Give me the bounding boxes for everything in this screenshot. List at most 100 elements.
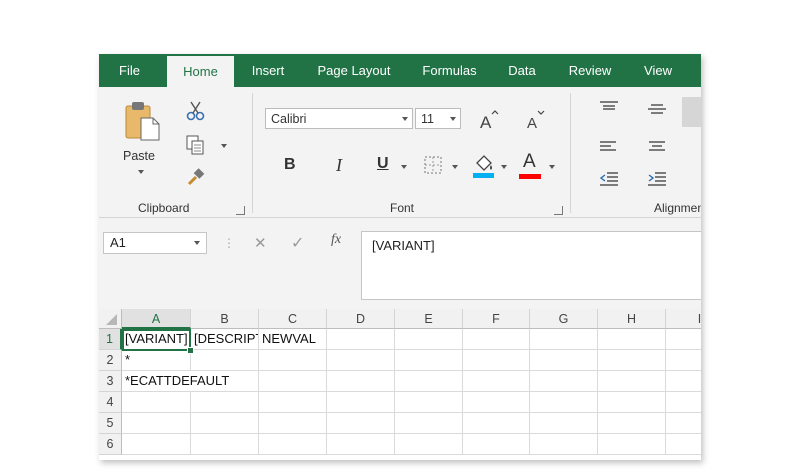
bold-button[interactable]: B <box>284 156 296 174</box>
cell-g2[interactable] <box>530 350 598 371</box>
fill-color-button[interactable] <box>472 153 496 184</box>
cell-h5[interactable] <box>598 413 666 434</box>
cell-c4[interactable] <box>259 392 327 413</box>
row-header-6[interactable]: 6 <box>99 434 122 455</box>
cell-a3[interactable]: *ECATTDEFAULT <box>122 371 229 392</box>
column-header-e[interactable]: E <box>395 309 463 329</box>
decrease-font-size-button[interactable]: A <box>526 109 546 136</box>
fill-handle[interactable] <box>187 347 194 354</box>
tab-page-layout[interactable]: Page Layout <box>309 54 399 87</box>
align-center-button[interactable] <box>647 140 667 159</box>
cell-a4[interactable] <box>122 392 191 413</box>
cell-e6[interactable] <box>395 434 463 455</box>
cell-h6[interactable] <box>598 434 666 455</box>
paste-dropdown-arrow[interactable] <box>138 170 144 174</box>
font-size-dropdown-arrow[interactable] <box>450 117 456 121</box>
cell-f2[interactable] <box>463 350 530 371</box>
cell-c5[interactable] <box>259 413 327 434</box>
cell-g5[interactable] <box>530 413 598 434</box>
column-header-h[interactable]: H <box>598 309 666 329</box>
font-color-dropdown-arrow[interactable] <box>549 165 555 169</box>
increase-indent-button[interactable] <box>647 171 667 192</box>
cell-i3[interactable] <box>666 371 701 392</box>
italic-button[interactable]: I <box>336 155 342 176</box>
cell-f3[interactable] <box>463 371 530 392</box>
column-header-a[interactable]: A <box>122 309 191 329</box>
increase-font-size-button[interactable]: A <box>479 109 499 136</box>
cell-a6[interactable] <box>122 434 191 455</box>
cell-i6[interactable] <box>666 434 701 455</box>
cell-a5[interactable] <box>122 413 191 434</box>
row-header-3[interactable]: 3 <box>99 371 122 392</box>
borders-button[interactable] <box>423 155 443 180</box>
middle-align-button[interactable] <box>647 103 667 122</box>
enter-icon[interactable]: ✓ <box>291 233 304 253</box>
tab-insert[interactable]: Insert <box>243 54 293 87</box>
paste-button[interactable] <box>124 100 164 147</box>
column-header-d[interactable]: D <box>327 309 395 329</box>
row-header-1[interactable]: 1 <box>99 329 122 350</box>
clipboard-dialog-launcher[interactable] <box>236 206 245 215</box>
bottom-align-button[interactable] <box>682 97 701 127</box>
row-header-5[interactable]: 5 <box>99 413 122 434</box>
top-align-button[interactable] <box>599 101 619 120</box>
name-box-dropdown-arrow[interactable] <box>194 241 200 245</box>
cell-e3[interactable] <box>395 371 463 392</box>
borders-dropdown-arrow[interactable] <box>452 165 458 169</box>
underline-dropdown-arrow[interactable] <box>401 165 407 169</box>
cell-f6[interactable] <box>463 434 530 455</box>
cell-c3[interactable] <box>259 371 327 392</box>
cell-d2[interactable] <box>327 350 395 371</box>
cell-b4[interactable] <box>191 392 259 413</box>
cell-h3[interactable] <box>598 371 666 392</box>
cell-e1[interactable] <box>395 329 463 350</box>
row-header-4[interactable]: 4 <box>99 392 122 413</box>
cell-d4[interactable] <box>327 392 395 413</box>
insert-function-icon[interactable]: fx <box>331 232 341 248</box>
cell-d5[interactable] <box>327 413 395 434</box>
cell-b2[interactable] <box>191 350 259 371</box>
cell-d6[interactable] <box>327 434 395 455</box>
paste-label[interactable]: Paste <box>123 149 155 163</box>
cell-c6[interactable] <box>259 434 327 455</box>
cell-i2[interactable] <box>666 350 701 371</box>
cell-h2[interactable] <box>598 350 666 371</box>
cell-a1[interactable]: [VARIANT] <box>122 329 191 350</box>
name-box[interactable]: A1 <box>103 232 207 254</box>
font-name-box[interactable]: Calibri <box>265 108 413 129</box>
cell-e5[interactable] <box>395 413 463 434</box>
tab-data[interactable]: Data <box>502 54 542 87</box>
decrease-indent-button[interactable] <box>599 171 619 192</box>
cell-i4[interactable] <box>666 392 701 413</box>
fill-color-dropdown-arrow[interactable] <box>501 165 507 169</box>
tab-review[interactable]: Review <box>560 54 620 87</box>
font-name-dropdown-arrow[interactable] <box>402 117 408 121</box>
cell-d3[interactable] <box>327 371 395 392</box>
cell-e4[interactable] <box>395 392 463 413</box>
font-size-box[interactable]: 11 <box>415 108 461 129</box>
cell-f5[interactable] <box>463 413 530 434</box>
copy-button[interactable] <box>185 134 207 161</box>
row-header-2[interactable]: 2 <box>99 350 122 371</box>
cell-e2[interactable] <box>395 350 463 371</box>
cell-g6[interactable] <box>530 434 598 455</box>
cell-b6[interactable] <box>191 434 259 455</box>
cell-f4[interactable] <box>463 392 530 413</box>
cancel-icon[interactable]: ✕ <box>254 234 267 252</box>
tab-file[interactable]: File <box>107 54 152 87</box>
column-header-b[interactable]: B <box>191 309 259 329</box>
cell-h4[interactable] <box>598 392 666 413</box>
cell-g1[interactable] <box>530 329 598 350</box>
tab-formulas[interactable]: Formulas <box>412 54 487 87</box>
font-dialog-launcher[interactable] <box>554 206 563 215</box>
cell-g3[interactable] <box>530 371 598 392</box>
copy-dropdown-arrow[interactable] <box>221 144 227 148</box>
underline-button[interactable]: U <box>377 155 389 173</box>
cell-f1[interactable] <box>463 329 530 350</box>
tab-home[interactable]: Home <box>167 56 234 87</box>
cell-g4[interactable] <box>530 392 598 413</box>
column-header-g[interactable]: G <box>530 309 598 329</box>
column-header-c[interactable]: C <box>259 309 327 329</box>
format-painter-button[interactable] <box>186 167 206 192</box>
cell-i1[interactable] <box>666 329 701 350</box>
